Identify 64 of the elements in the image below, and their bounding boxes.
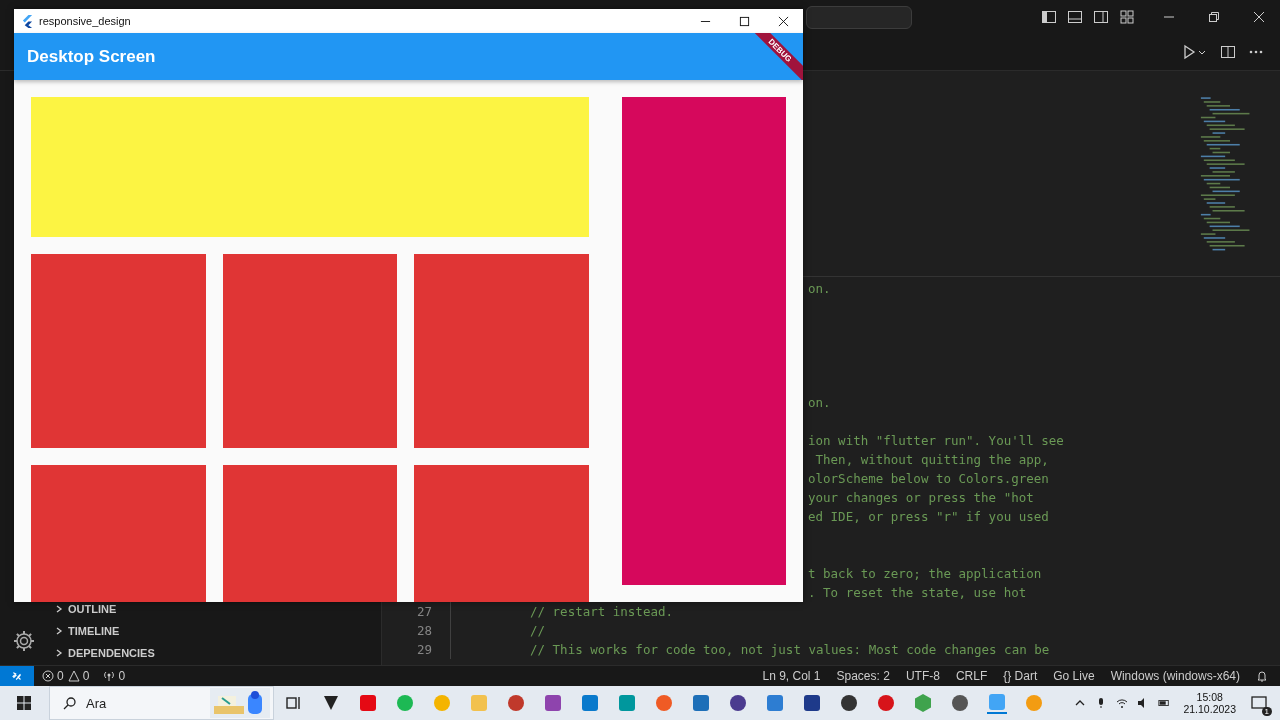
status-item[interactable]: UTF-8: [905, 669, 940, 683]
clock-time: 15:08: [1196, 691, 1223, 703]
bell-icon[interactable]: [1256, 670, 1268, 682]
app-icon[interactable]: [950, 693, 970, 713]
line-number: 29: [415, 642, 432, 657]
sidebar-section[interactable]: OUTLINE: [48, 601, 381, 617]
clock[interactable]: 15:08 21.10.2023: [1183, 691, 1236, 715]
app-bar-title: Desktop Screen: [27, 46, 156, 67]
status-item[interactable]: Ln 9, Col 1: [762, 669, 821, 683]
code-line: your changes or press the "hot: [808, 490, 1034, 505]
notifications-button[interactable]: 1: [1248, 692, 1270, 714]
app-icon[interactable]: [802, 693, 822, 713]
error-icon: [42, 670, 54, 682]
panel-layout-icon[interactable]: [1067, 9, 1083, 25]
code-line: Then, without quitting the app,: [814, 452, 1049, 467]
command-search-field[interactable]: [806, 5, 912, 29]
battery-icon[interactable]: [1158, 697, 1171, 709]
sidebar-layout-icon[interactable]: [1041, 9, 1057, 25]
code-line: olorScheme below to Colors.green: [808, 471, 1049, 486]
flutter-logo-icon: [22, 14, 33, 28]
clock-date: 21.10.2023: [1183, 703, 1236, 715]
status-item[interactable]: Windows (windows-x64): [1110, 669, 1240, 683]
chevron-right-icon: [54, 604, 64, 614]
chevron-right-icon: [54, 626, 64, 636]
status-item[interactable]: CRLF: [955, 669, 988, 683]
code-line: ed IDE, or press "r" if you used: [808, 509, 1049, 524]
code-line: // This works for code too, not just values: Most code changes can be: [530, 641, 1050, 659]
status-item[interactable]: Spaces: 2: [836, 669, 890, 683]
warning-count[interactable]: 0: [82, 669, 90, 683]
warning-icon: [67, 670, 80, 682]
sidebar-section[interactable]: TIMELINE: [48, 623, 381, 639]
error-count[interactable]: 0: [57, 669, 64, 683]
notification-badge: 1: [1261, 707, 1272, 716]
windows-start-icon[interactable]: [16, 695, 32, 711]
code-line: ion with "flutter run". You'll see: [808, 433, 1064, 448]
status-item[interactable]: Go Live: [1053, 669, 1095, 683]
app-icon[interactable]: [728, 693, 748, 713]
broadcast-icon: [103, 670, 116, 682]
status-item[interactable]: {} Dart: [1003, 669, 1038, 683]
window-title: responsive_design: [39, 15, 131, 27]
code-line: . To reset the state, use hot: [808, 585, 1027, 600]
split-editor-icon[interactable]: [1220, 44, 1236, 60]
ports-count[interactable]: 0: [118, 669, 126, 683]
chevron-right-icon: [54, 648, 64, 658]
code-line: on.: [808, 281, 831, 296]
code-line: t back to zero; the application: [808, 566, 1042, 581]
close-icon[interactable]: [778, 15, 789, 27]
code-line: // restart instead.: [530, 603, 673, 621]
line-number: 28: [415, 623, 432, 638]
remote-icon: [10, 669, 24, 683]
line-number: 27: [415, 604, 432, 619]
remote-button[interactable]: [0, 666, 34, 686]
wifi-icon[interactable]: [1116, 697, 1129, 709]
customize-layout-icon[interactable]: [1119, 9, 1135, 25]
search-icon: [63, 696, 77, 710]
run-icon[interactable]: [1182, 44, 1208, 60]
app-icon[interactable]: [839, 693, 859, 713]
code-line: on.: [808, 395, 831, 410]
settings-icon[interactable]: [12, 629, 36, 653]
code-line: //: [530, 622, 546, 640]
secondary-sidebar-icon[interactable]: [1093, 9, 1109, 25]
restore-icon[interactable]: [1208, 11, 1220, 23]
maximize-icon[interactable]: [739, 15, 750, 27]
sidebar-section[interactable]: DEPENDENCIES: [48, 645, 381, 661]
